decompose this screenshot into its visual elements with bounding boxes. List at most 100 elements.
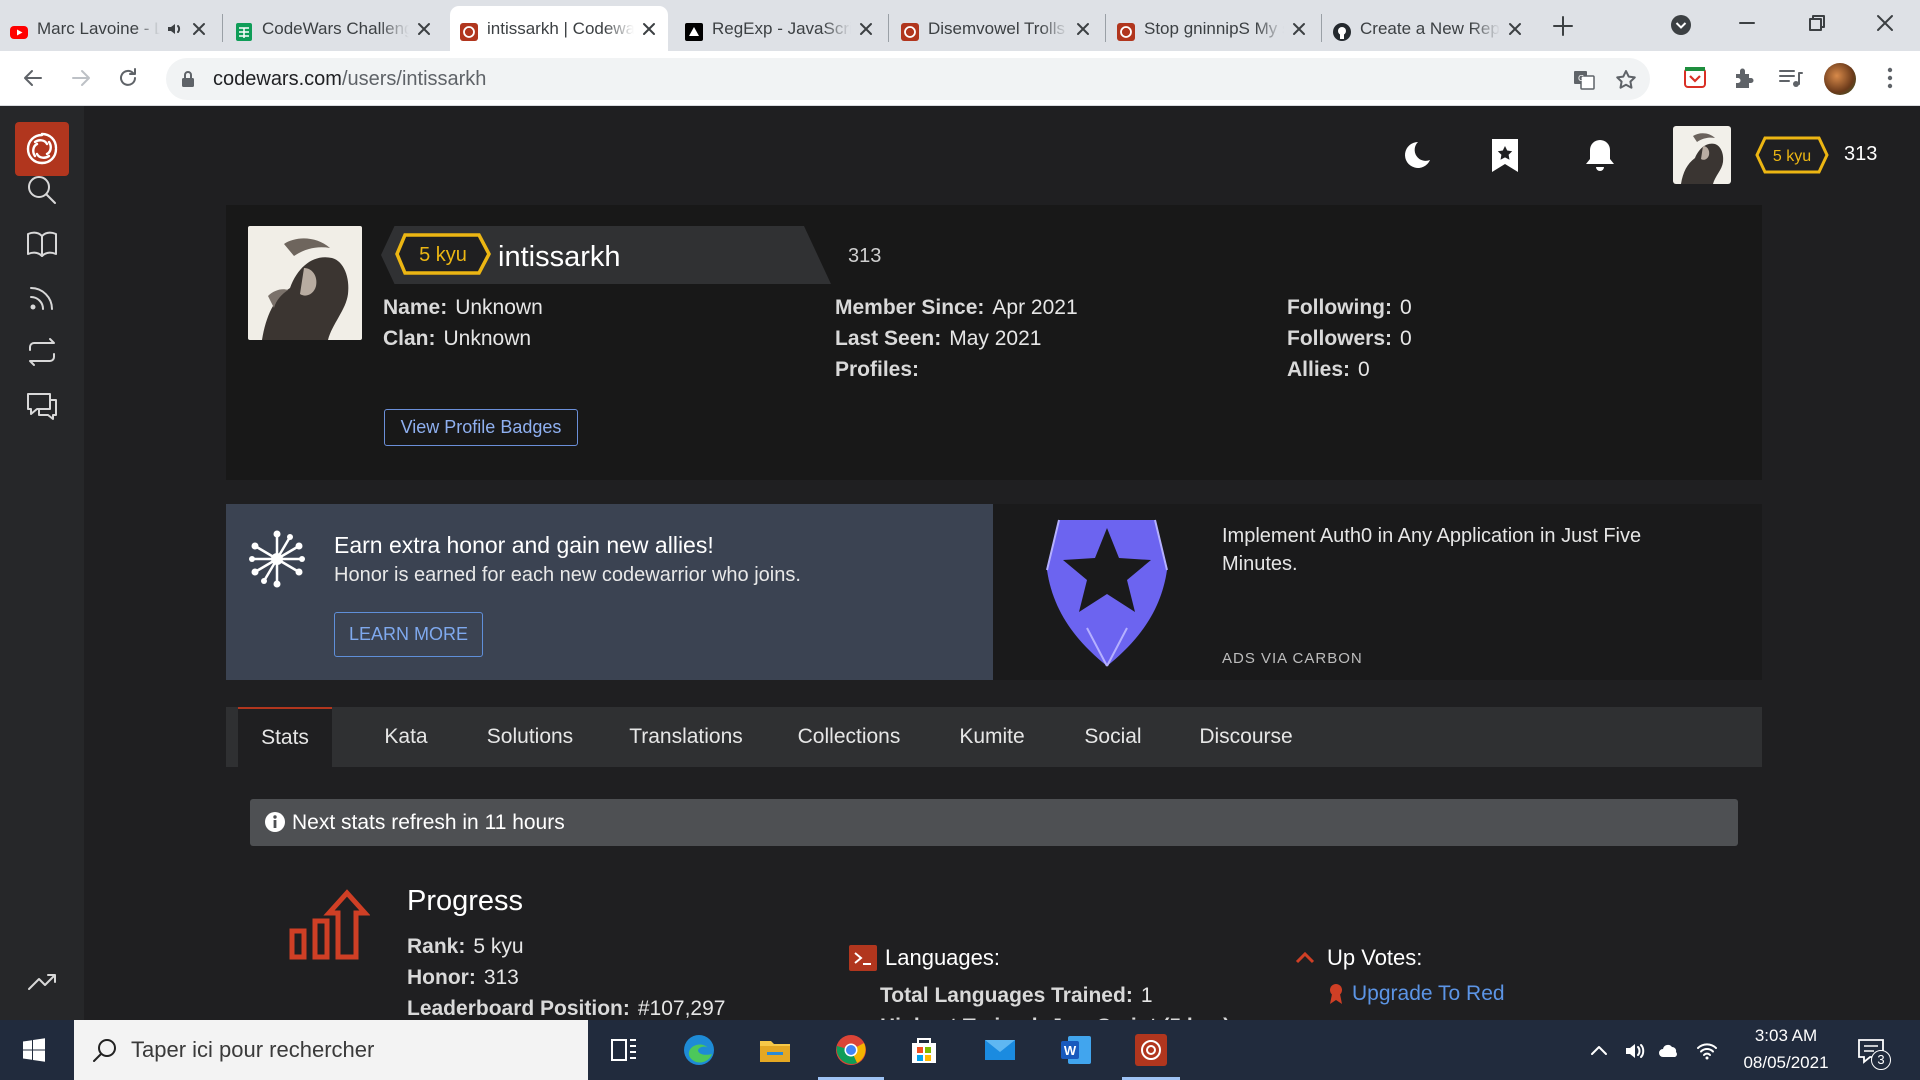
tab-kumite[interactable]: Kumite (930, 707, 1054, 767)
close-tab-icon[interactable] (640, 20, 658, 38)
close-tab-icon[interactable] (415, 20, 433, 38)
profile-card: 5 kyu intissarkh 313 Name: Unknown Clan: U… (226, 205, 1762, 480)
browser-tab-youtube[interactable]: Marc Lavoine - Les... (0, 6, 218, 51)
mail-icon[interactable] (982, 1032, 1018, 1068)
word-icon[interactable]: W (1058, 1032, 1094, 1068)
clock-date[interactable]: 08/05/2021 (1736, 1053, 1836, 1073)
header-rank-badge[interactable]: 5 kyu (1755, 136, 1829, 174)
followers-row[interactable]: Followers: 0 (1287, 327, 1412, 351)
browser-tab-strip: Marc Lavoine - Les... CodeWars Challenge… (0, 0, 1920, 51)
collapse-sidebar-icon[interactable] (24, 962, 60, 998)
translate-icon[interactable]: G (1572, 68, 1596, 92)
tab-discourse[interactable]: Discourse (1172, 707, 1320, 767)
progress-chart-icon (289, 889, 370, 960)
close-tab-icon[interactable] (1290, 20, 1308, 38)
feed-icon[interactable] (24, 280, 60, 316)
windows-taskbar: Taper ici pour rechercher W 3:03 AM 08/0… (0, 1020, 1920, 1080)
tab-solutions[interactable]: Solutions (460, 707, 600, 767)
close-tab-icon[interactable] (190, 20, 208, 38)
browser-tab-stop-spinning[interactable]: Stop gninnipS My sdroW! (1107, 6, 1318, 51)
close-tab-icon[interactable] (1506, 20, 1524, 38)
clan-row: Clan: Unknown (383, 327, 532, 350)
codewars-app-icon[interactable] (1133, 1032, 1169, 1068)
tab-title: Stop gninnipS My sdroW! (1144, 18, 1284, 38)
header-rank-text: 5 kyu (1773, 148, 1811, 165)
url-text[interactable]: codewars.com/users/intissarkh (213, 68, 486, 91)
dark-mode-moon-icon[interactable] (1398, 136, 1434, 174)
tab-search-icon[interactable] (1670, 14, 1692, 36)
browser-tab-regexp[interactable]: RegExp - JavaScript (675, 6, 885, 51)
discussion-icon[interactable] (24, 388, 60, 424)
chrome-menu-icon[interactable] (1876, 64, 1904, 92)
onedrive-cloud-icon[interactable] (1658, 1040, 1680, 1062)
browser-tab-codewars-challenges[interactable]: CodeWars Challenges (225, 6, 443, 51)
close-tab-icon[interactable] (1074, 20, 1092, 38)
tab-title: Create a New Repository (1360, 18, 1500, 38)
search-placeholder: Taper ici pour rechercher (131, 1037, 375, 1062)
taskbar-search-box[interactable]: Taper ici pour rechercher (74, 1020, 588, 1080)
search-icon[interactable] (24, 172, 60, 208)
lock-icon[interactable] (180, 70, 196, 88)
auth0-shield-logo[interactable] (1045, 518, 1169, 668)
media-control-icon[interactable] (1776, 64, 1804, 92)
tab-translations[interactable]: Translations (604, 707, 768, 767)
extensions-puzzle-icon[interactable] (1730, 64, 1758, 92)
book-icon[interactable] (24, 226, 60, 262)
browser-tab-active-profile[interactable]: intissarkh | Codewars (450, 6, 668, 51)
following-row[interactable]: Following: 0 (1287, 296, 1412, 320)
close-tab-icon[interactable] (857, 20, 875, 38)
referral-banner: Earn extra honor and gain new allies! Ho… (226, 504, 993, 680)
total-languages-row: Total Languages Trained: 1 (880, 984, 1153, 1007)
clock-time[interactable]: 3:03 AM (1748, 1026, 1824, 1046)
extension-pocket-icon[interactable] (1681, 64, 1709, 92)
learn-more-button[interactable]: LEARN MORE (334, 612, 483, 657)
upgrade-to-red-link[interactable]: Upgrade To Red (1352, 982, 1505, 1006)
practice-repeat-icon[interactable] (24, 334, 60, 370)
tab-title: Disemvowel Trolls (928, 18, 1065, 38)
stats-refresh-notice: Next stats refresh in 11 hours (250, 799, 1738, 846)
codewars-icon (1117, 23, 1135, 41)
bookmarks-icon[interactable] (1487, 136, 1523, 174)
chevron-up-icon (1295, 951, 1315, 964)
restore-icon[interactable] (1806, 12, 1828, 34)
browser-tab-github[interactable]: Create a New Repository (1323, 6, 1534, 51)
tab-stats[interactable]: Stats (238, 707, 332, 767)
ads-via-carbon-link[interactable]: ADS VIA CARBON (1222, 650, 1363, 667)
codewars-logo-icon[interactable] (15, 122, 69, 176)
tab-kata[interactable]: Kata (356, 707, 456, 767)
tab-collections[interactable]: Collections (772, 707, 926, 767)
browser-tab-disemvowel[interactable]: Disemvowel Trolls (891, 6, 1102, 51)
bookmark-star-icon[interactable] (1614, 68, 1638, 92)
task-view-icon[interactable] (606, 1032, 642, 1068)
volume-icon[interactable] (1624, 1040, 1646, 1062)
new-tab-icon[interactable] (1550, 13, 1576, 39)
notice-text: Next stats refresh in 11 hours (292, 811, 565, 834)
close-window-icon[interactable] (1874, 12, 1896, 34)
file-explorer-icon[interactable] (757, 1032, 793, 1068)
address-bar[interactable]: codewars.com/users/intissarkh G (166, 58, 1650, 100)
tab-social[interactable]: Social (1058, 707, 1168, 767)
show-hidden-icons-chevron[interactable] (1588, 1040, 1610, 1062)
windows-start-icon[interactable] (22, 1038, 46, 1062)
allies-row[interactable]: Allies: 0 (1287, 358, 1370, 382)
profile-avatar (248, 226, 362, 340)
speaker-icon[interactable] (166, 20, 184, 38)
carbon-ad[interactable]: Implement Auth0 in Any Application in Ju… (993, 504, 1762, 680)
progress-title: Progress (407, 885, 524, 917)
edge-icon[interactable] (681, 1032, 717, 1068)
notifications-bell-icon[interactable] (1582, 136, 1618, 174)
github-icon (1333, 23, 1351, 41)
minimize-icon[interactable] (1736, 12, 1758, 34)
ad-text[interactable]: Implement Auth0 in Any Application in Ju… (1222, 522, 1682, 578)
forward-icon[interactable] (68, 65, 94, 91)
user-avatar[interactable] (1673, 126, 1731, 184)
view-profile-badges-button[interactable]: View Profile Badges (384, 409, 578, 446)
wifi-icon[interactable] (1696, 1040, 1718, 1062)
browser-profile-avatar[interactable] (1824, 63, 1856, 95)
microsoft-store-icon[interactable] (906, 1032, 942, 1068)
codewars-icon (901, 23, 919, 41)
chrome-icon[interactable] (833, 1032, 869, 1068)
back-icon[interactable] (20, 65, 46, 91)
tab-title: intissarkh | Codewars (487, 18, 634, 38)
reload-icon[interactable] (115, 65, 141, 91)
